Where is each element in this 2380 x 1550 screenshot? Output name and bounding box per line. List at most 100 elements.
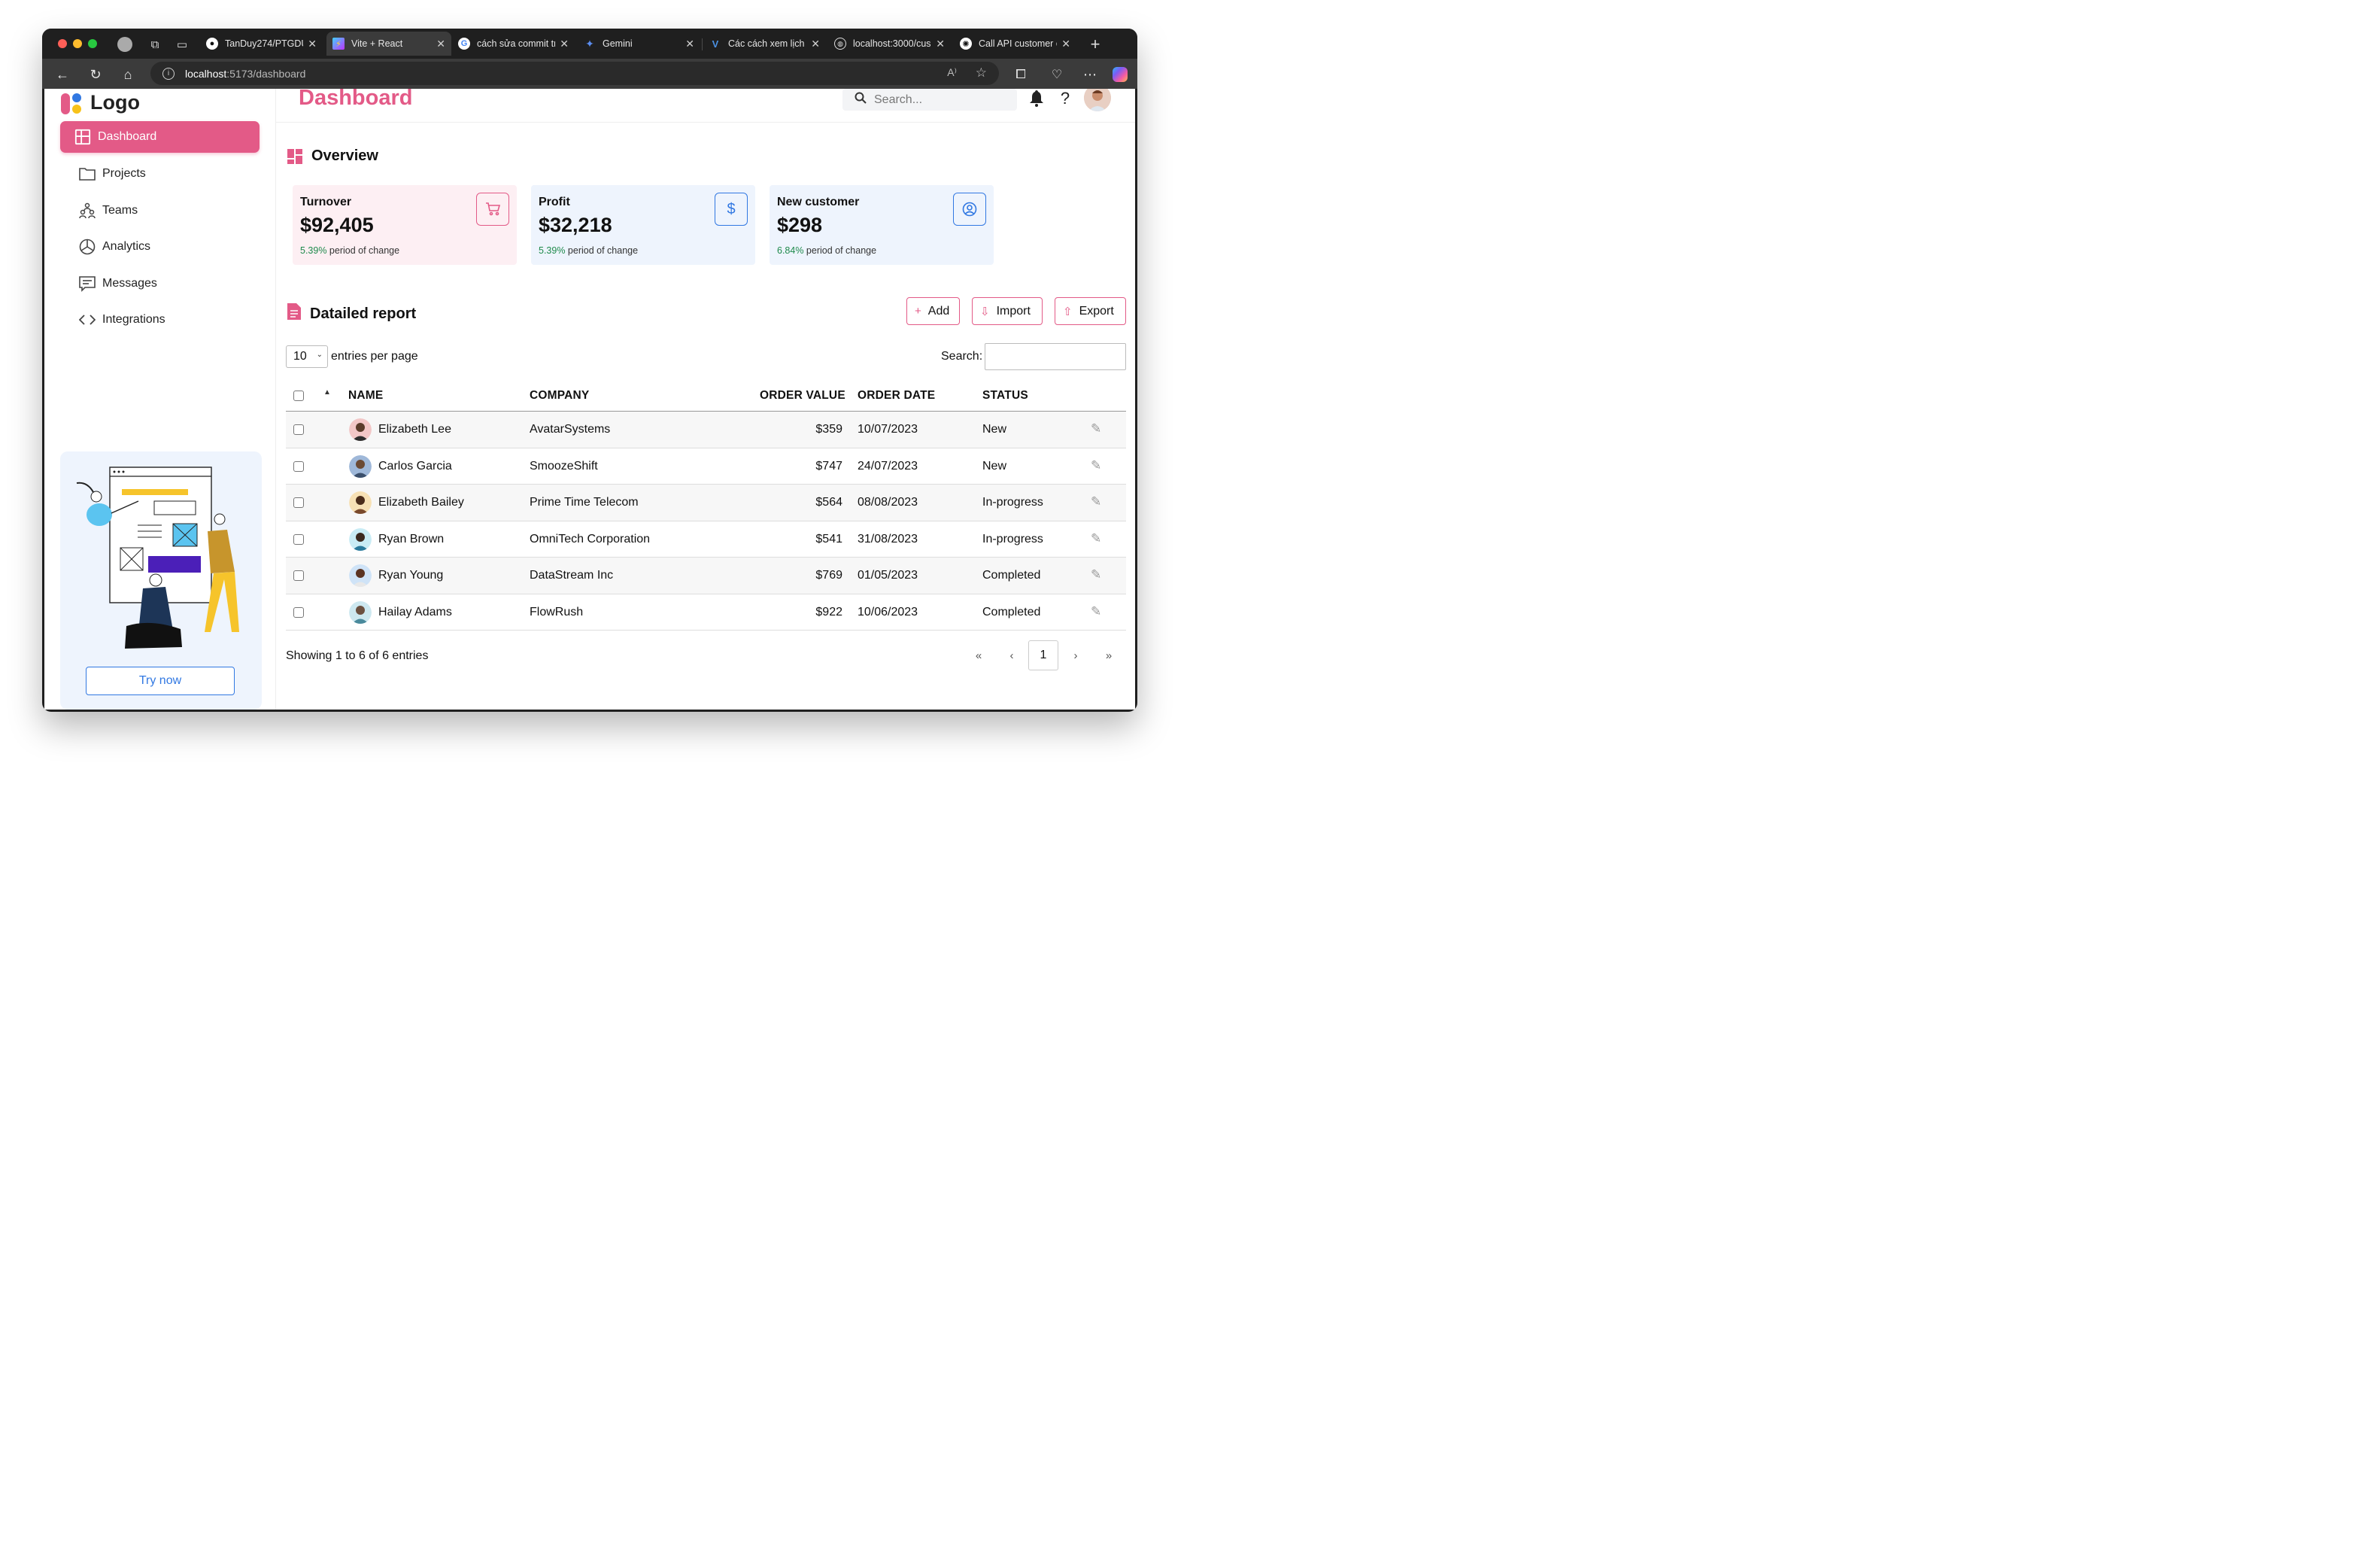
row-checkbox[interactable] [293,570,304,581]
entries-per-page-select[interactable]: 10 ⌄ [286,345,328,368]
tab-openai[interactable]: ✺ Call API customer c ✕ [954,32,1076,56]
add-button[interactable]: + Add [906,297,960,325]
pagination-first[interactable]: « [964,640,994,670]
extensions-icon[interactable]: ⧠ [1011,65,1031,84]
tab-actions-icon[interactable]: ▭ [174,36,190,53]
site-info-icon[interactable]: i [162,67,175,80]
cart-icon[interactable] [476,193,509,226]
close-tab-icon[interactable]: ✕ [685,38,694,50]
stat-value: $32,218 [539,214,612,236]
tab-vite[interactable]: ⚡ Vite + React ✕ [326,32,451,56]
tab-title: localhost:3000/cus [853,38,931,49]
tab-google[interactable]: G cách sửa commit tr ✕ [452,32,575,56]
stat-label: Turnover [300,196,352,208]
try-now-button[interactable]: Try now [86,667,235,695]
pagination-next[interactable]: › [1061,640,1091,670]
tab-localhost3000[interactable]: ◍ localhost:3000/cus ✕ [828,32,951,56]
import-icon: ⇩ [980,305,990,318]
column-header-order-value[interactable]: ORDER VALUE [760,389,845,403]
close-tab-icon[interactable]: ✕ [811,38,820,50]
cell-order-value: $541 [815,532,842,546]
new-tab-icon[interactable]: + [1087,35,1103,53]
dollar-icon[interactable]: $ [715,193,748,226]
stat-change: 6.84% period of change [777,245,876,256]
table-search-input[interactable] [985,343,1126,370]
row-checkbox[interactable] [293,460,304,472]
browser-essentials-icon[interactable]: ♡ [1047,65,1067,84]
table-header: ▲ NAME COMPANY ORDER VALUE ORDER DATE ST… [286,381,1126,412]
pagination-page-1[interactable]: 1 [1028,640,1058,670]
cell-order-value: $359 [815,423,842,436]
sidebar-item-label: Dashboard [98,130,157,143]
close-tab-icon[interactable]: ✕ [560,38,569,50]
close-tab-icon[interactable]: ✕ [308,38,317,50]
help-icon[interactable]: ? [1055,89,1075,108]
google-icon: G [458,38,470,50]
folder-icon [79,166,96,182]
tab-v[interactable]: V Các cách xem lịch ✕ [703,32,826,56]
sidebar-item-teams[interactable]: Teams [60,195,260,226]
minimize-window-button[interactable] [73,39,82,48]
url-field[interactable]: i localhost :5173/dashboard A⁾ ☆ [150,62,999,85]
copilot-icon[interactable] [1110,65,1130,84]
more-menu-icon[interactable]: ⋯ [1080,65,1100,84]
home-icon[interactable]: ⌂ [118,65,138,84]
column-header-order-date[interactable]: ORDER DATE [858,389,935,403]
select-all-checkbox[interactable] [293,391,304,401]
close-tab-icon[interactable]: ✕ [936,38,945,50]
column-header-name[interactable]: NAME [348,389,383,403]
sidebar-item-dashboard[interactable]: Dashboard [60,121,260,153]
user-avatar[interactable] [1084,89,1111,111]
sidebar-item-analytics[interactable]: Analytics [60,231,260,263]
pagination-prev[interactable]: ‹ [997,640,1027,670]
profile-icon[interactable] [117,36,133,53]
bell-icon[interactable] [1027,89,1046,108]
logo[interactable]: Logo [61,90,140,114]
import-button[interactable]: ⇩ Import [972,297,1043,325]
row-checkbox[interactable] [293,497,304,508]
tab-gemini[interactable]: ✦ Gemini ✕ [578,32,700,56]
stat-card-profit: Profit $32,218 5.39% period of change $ [531,185,755,265]
stat-change: 5.39% period of change [539,245,638,256]
cell-status: New [982,459,1007,473]
tab-title: Call API customer c [979,38,1058,49]
row-checkbox[interactable] [293,606,304,618]
stat-value: $92,405 [300,214,374,236]
export-button[interactable]: ⇧ Export [1055,297,1126,325]
row-checkbox[interactable] [293,424,304,435]
logo-text: Logo [90,90,140,114]
promo-illustration [76,467,239,649]
edit-pencil-icon[interactable]: ✎ [1091,494,1101,509]
column-header-status[interactable]: STATUS [982,389,1028,403]
sidebar-item-label: Analytics [102,240,151,253]
sort-asc-icon[interactable]: ▲ [323,388,331,397]
edit-pencil-icon[interactable]: ✎ [1091,531,1101,546]
github-icon: ● [206,38,218,50]
header-search-input[interactable]: Search... [842,89,1017,111]
close-window-button[interactable] [58,39,67,48]
user-circle-icon[interactable] [953,193,986,226]
close-tab-icon[interactable]: ✕ [1061,38,1070,50]
back-icon[interactable]: ← [53,65,72,84]
workspaces-icon[interactable]: ⧉ [147,36,163,53]
sidebar-item-messages[interactable]: Messages [60,268,260,299]
web-page: Logo Dashboard Projects Teams Analytics … [44,89,1135,710]
read-aloud-icon[interactable]: A⁾ [947,66,957,79]
sidebar-item-integrations[interactable]: Integrations [60,304,260,336]
tab-title: cách sửa commit tr [477,38,556,49]
column-header-company[interactable]: COMPANY [530,389,589,403]
favorite-star-icon[interactable]: ☆ [976,65,987,81]
edit-pencil-icon[interactable]: ✎ [1091,421,1101,436]
edit-pencil-icon[interactable]: ✎ [1091,458,1101,473]
reload-icon[interactable]: ↻ [86,65,105,84]
row-checkbox[interactable] [293,533,304,545]
pagination-last[interactable]: » [1094,640,1124,670]
close-tab-icon[interactable]: ✕ [436,38,445,50]
edit-pencil-icon[interactable]: ✎ [1091,604,1101,619]
edit-pencil-icon[interactable]: ✎ [1091,567,1101,582]
maximize-window-button[interactable] [88,39,97,48]
stat-change-percent: 6.84% [777,245,804,256]
sidebar-item-projects[interactable]: Projects [60,158,260,190]
tab-github[interactable]: ● TanDuy274/PTGDU ✕ [200,32,323,56]
table-body: Elizabeth Lee AvatarSystems $359 10/07/2… [286,412,1126,631]
